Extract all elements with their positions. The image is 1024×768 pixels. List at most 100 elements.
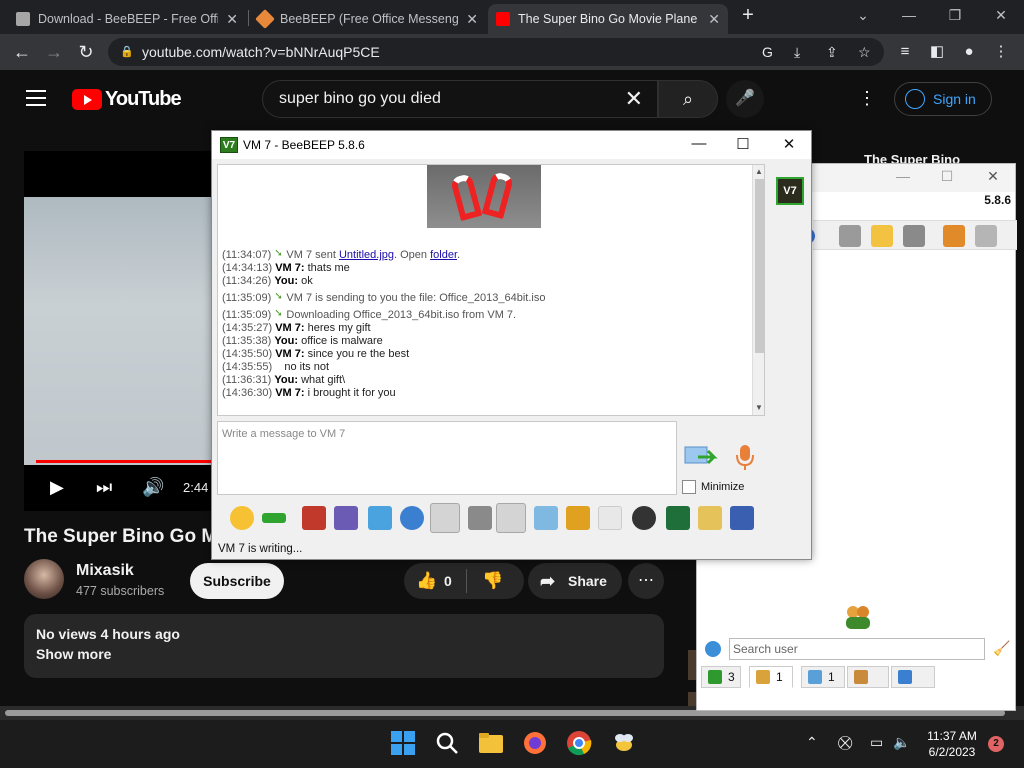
minimize-checkbox[interactable] — [682, 480, 696, 494]
folder-link[interactable]: folder — [430, 249, 457, 261]
address-bar[interactable]: 🔒 youtube.com/watch?v=bNNrAuqP5CE G ⤓ ⇪ … — [108, 38, 884, 66]
member-avatar[interactable]: V7 — [776, 177, 804, 205]
show-more-link[interactable]: Show more — [36, 646, 652, 662]
voice-search-mic-icon[interactable]: 🎤 — [726, 80, 764, 118]
dictionary-icon[interactable] — [468, 506, 492, 530]
tab-beebeep-download[interactable]: Download - BeeBEEP - Free Offic ✕ — [8, 4, 246, 34]
upload-icon[interactable] — [943, 225, 965, 247]
system-clock[interactable]: 11:37 AM 6/2/2023 — [920, 728, 984, 760]
clear-search-icon[interactable]: ✕ — [625, 81, 643, 117]
notes-icon[interactable] — [698, 506, 722, 530]
youtube-logo[interactable]: YouTube — [72, 88, 182, 111]
close-icon[interactable]: ✕ — [774, 135, 804, 153]
start-windows-icon[interactable] — [390, 730, 416, 756]
maximize-icon[interactable]: ☐ — [728, 135, 758, 153]
tab-youtube-video[interactable]: The Super Bino Go Movie Plane ✕ — [488, 4, 728, 34]
settings-gear-icon[interactable] — [400, 506, 424, 530]
maximize-icon[interactable]: ☐ — [935, 168, 959, 185]
back-arrow-icon[interactable]: ← — [10, 40, 34, 64]
more-actions-icon[interactable]: ⋯ — [628, 563, 664, 599]
close-tab-icon[interactable]: ✕ — [708, 11, 720, 28]
thumbs-down-icon[interactable]: 👎 — [482, 563, 503, 599]
chat-scrollbar[interactable]: ▲ ▼ — [752, 165, 764, 415]
send-file-icon[interactable] — [534, 506, 558, 530]
beebeep-taskbar-icon[interactable] — [611, 730, 637, 756]
tools-icon[interactable] — [903, 225, 925, 247]
spellcheck-icon[interactable] — [430, 503, 460, 533]
video-progress-bar[interactable] — [36, 460, 214, 463]
next-icon[interactable]: ⏭ — [96, 477, 112, 498]
edit-icon[interactable] — [871, 225, 893, 247]
inbox-icon[interactable] — [839, 225, 861, 247]
clear-search-brush-icon[interactable]: 🧹 — [993, 640, 1010, 657]
font-color-icon[interactable] — [334, 506, 358, 530]
file-explorer-icon[interactable] — [478, 730, 504, 756]
voice-message-mic-icon[interactable] — [734, 443, 756, 473]
send-folder-icon[interactable] — [566, 506, 590, 530]
minimize-icon[interactable]: — — [891, 168, 915, 184]
close-tab-icon[interactable]: ✕ — [226, 11, 238, 28]
file-link[interactable]: Untitled.jpg — [339, 249, 394, 261]
message-input[interactable]: Write a message to VM 7 — [217, 421, 677, 495]
restore-window-button[interactable]: ❐ — [940, 4, 970, 26]
forward-arrow-icon[interactable]: → — [42, 40, 66, 64]
install-icon[interactable]: ⤓ — [794, 38, 800, 66]
tab-network[interactable] — [891, 666, 935, 688]
channel-name[interactable]: Mixasik — [76, 562, 134, 580]
minimize-icon[interactable]: — — [684, 135, 714, 152]
share-icon[interactable]: ⇪ — [826, 38, 838, 66]
search-user-input[interactable]: Search user — [729, 638, 985, 660]
google-icon[interactable]: G — [762, 38, 773, 66]
tab-beebeep-messenger[interactable]: BeeBEEP (Free Office Messenger) ✕ — [250, 4, 486, 34]
close-icon[interactable]: ✕ — [981, 168, 1005, 185]
network-disconnected-icon[interactable]: ⛒ — [838, 734, 852, 751]
send-message-icon[interactable] — [684, 444, 718, 470]
emoticon-icon[interactable] — [230, 506, 254, 530]
chrome-menu-icon[interactable]: ⋮ — [992, 43, 1010, 61]
close-window-button[interactable]: ✕ — [986, 4, 1016, 26]
font-icon[interactable] — [302, 506, 326, 530]
channel-avatar[interactable] — [24, 559, 64, 599]
firefox-icon[interactable] — [522, 730, 548, 756]
tab-users[interactable]: 3 — [701, 666, 741, 688]
close-tab-icon[interactable]: ✕ — [466, 11, 478, 28]
share-button[interactable]: ➦ Share — [528, 563, 622, 599]
settings-more-icon[interactable]: ⋮ — [858, 88, 876, 109]
reload-icon[interactable]: ↻ — [74, 40, 98, 64]
side-panel-icon[interactable]: ◧ — [928, 43, 946, 61]
profile-icon[interactable]: ● — [960, 43, 978, 61]
search-button[interactable]: ⌕ — [658, 80, 718, 118]
trash-icon[interactable] — [975, 225, 997, 247]
screenshot-icon[interactable] — [632, 506, 656, 530]
volume-icon[interactable]: 🔈 — [893, 734, 910, 751]
youtube-search-input[interactable]: super bino go you died ✕ — [262, 80, 658, 118]
sign-in-button[interactable]: Sign in — [894, 82, 992, 116]
notification-badge[interactable]: 2 — [988, 736, 1004, 752]
sound-note-icon[interactable] — [496, 503, 526, 533]
minimize-window-button[interactable]: — — [894, 4, 924, 26]
save-icon[interactable] — [730, 506, 754, 530]
tab-people[interactable] — [847, 666, 889, 688]
play-icon[interactable]: ▶ — [50, 477, 64, 498]
new-tab-button[interactable]: + — [733, 4, 763, 26]
video-description[interactable]: No views 4 hours ago Show more — [24, 614, 664, 678]
bookmark-star-icon[interactable]: ☆ — [858, 38, 871, 66]
media-queue-icon[interactable]: ≡ — [896, 43, 914, 61]
window-icon[interactable] — [666, 506, 690, 530]
html-code-icon[interactable] — [598, 506, 622, 530]
received-image-preview[interactable] — [427, 165, 541, 228]
video-player[interactable]: ▶ ⏭ 🔊 2:44 — [24, 151, 214, 511]
chat-history[interactable]: (11:34:07) ➘ VM 7 sent Untitled.jpg. Open… — [217, 164, 765, 416]
filter-icon[interactable] — [368, 506, 392, 530]
show-hidden-icons-icon[interactable]: ⌃ — [806, 734, 818, 751]
tab-groups[interactable]: 1 — [749, 666, 793, 688]
tab-search-icon[interactable]: ⌄ — [848, 4, 878, 26]
emoticon-menu-icon[interactable] — [262, 513, 286, 523]
display-icon[interactable]: ▭ — [870, 734, 883, 751]
volume-icon[interactable]: 🔊 — [142, 477, 164, 498]
chrome-icon[interactable] — [566, 730, 592, 756]
thumbs-up-icon[interactable]: 👍 — [416, 563, 437, 599]
subscribe-button[interactable]: Subscribe — [190, 563, 284, 599]
hamburger-menu-icon[interactable] — [26, 90, 46, 106]
search-icon[interactable] — [434, 730, 460, 756]
